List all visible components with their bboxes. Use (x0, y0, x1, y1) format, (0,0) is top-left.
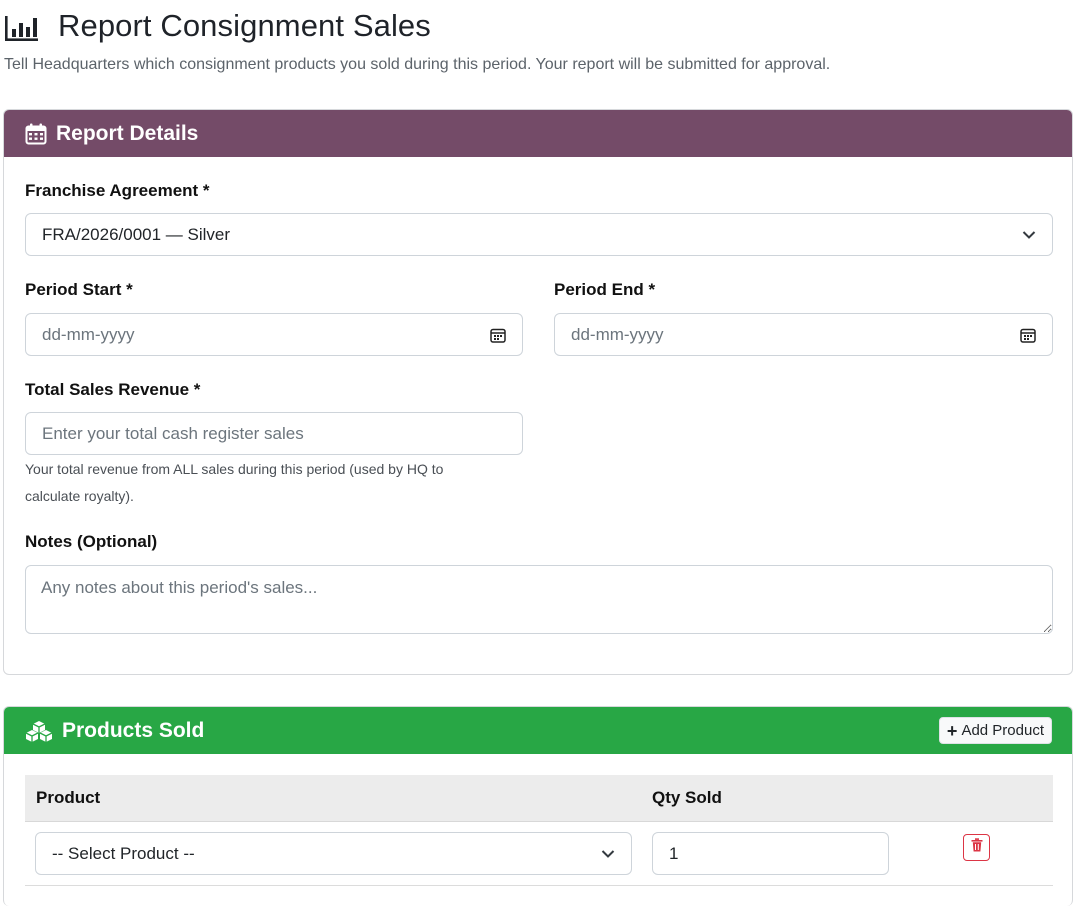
franchise-agreement-select[interactable]: FRA/2026/0001 — Silver (25, 213, 1053, 256)
qty-sold-value: 1 (669, 843, 679, 863)
period-start-input[interactable]: dd-mm-yyyy (25, 313, 523, 356)
add-product-label: Add Product (961, 722, 1044, 739)
help-text-line: Your total revenue from ALL sales during… (25, 461, 444, 477)
page-subtitle: Tell Headquarters which consignment prod… (4, 56, 831, 73)
period-start-label: Period Start * (25, 280, 133, 299)
notes-textarea[interactable] (25, 565, 1053, 634)
column-header-product: Product (36, 788, 101, 807)
franchise-agreement-label: Franchise Agreement * (25, 181, 210, 200)
report-details-card: Report Details Franchise Agreement * FRA… (3, 109, 1073, 675)
report-details-header: Report Details (4, 110, 1072, 157)
help-text-line: calculate royalty). (25, 488, 134, 504)
qty-sold-input[interactable]: 1 (652, 832, 889, 875)
plus-icon: + (946, 720, 958, 741)
chevron-down-icon (601, 849, 615, 859)
calendar-picker-icon[interactable] (490, 327, 506, 343)
boxes-icon (24, 719, 54, 743)
products-sold-header: Products Sold + Add Product (4, 707, 1072, 754)
page-header: Report Consignment Sales (4, 6, 431, 46)
products-sold-title: Products Sold (62, 718, 205, 742)
calendar-icon (24, 122, 48, 146)
period-start-placeholder: dd-mm-yyyy (42, 324, 135, 344)
products-sold-card: Products Sold + Add Product Product Qty … (3, 706, 1073, 906)
product-select[interactable]: -- Select Product -- (35, 832, 632, 875)
delete-row-button[interactable] (963, 834, 990, 861)
calendar-picker-icon[interactable] (1020, 327, 1036, 343)
bar-chart-icon (4, 10, 40, 42)
chevron-down-icon (1022, 230, 1036, 240)
total-sales-revenue-help: Your total revenue from ALL sales during… (25, 456, 443, 510)
product-select-value: -- Select Product -- (52, 843, 195, 863)
products-table-header: Product Qty Sold (25, 775, 1053, 822)
page-title: Report Consignment Sales (58, 8, 431, 43)
franchise-agreement-value: FRA/2026/0001 — Silver (42, 224, 231, 244)
period-end-label: Period End * (554, 280, 656, 299)
trash-icon (971, 838, 983, 857)
report-details-title: Report Details (56, 121, 199, 145)
row-divider (25, 885, 1053, 886)
period-end-placeholder: dd-mm-yyyy (571, 324, 664, 344)
period-end-input[interactable]: dd-mm-yyyy (554, 313, 1053, 356)
add-product-button[interactable]: + Add Product (938, 717, 1052, 744)
notes-label: Notes (Optional) (25, 532, 158, 551)
total-sales-revenue-label: Total Sales Revenue * (25, 380, 201, 399)
total-sales-revenue-placeholder: Enter your total cash register sales (42, 423, 304, 443)
total-sales-revenue-input[interactable]: Enter your total cash register sales (25, 412, 523, 455)
column-header-qty: Qty Sold (652, 788, 722, 807)
